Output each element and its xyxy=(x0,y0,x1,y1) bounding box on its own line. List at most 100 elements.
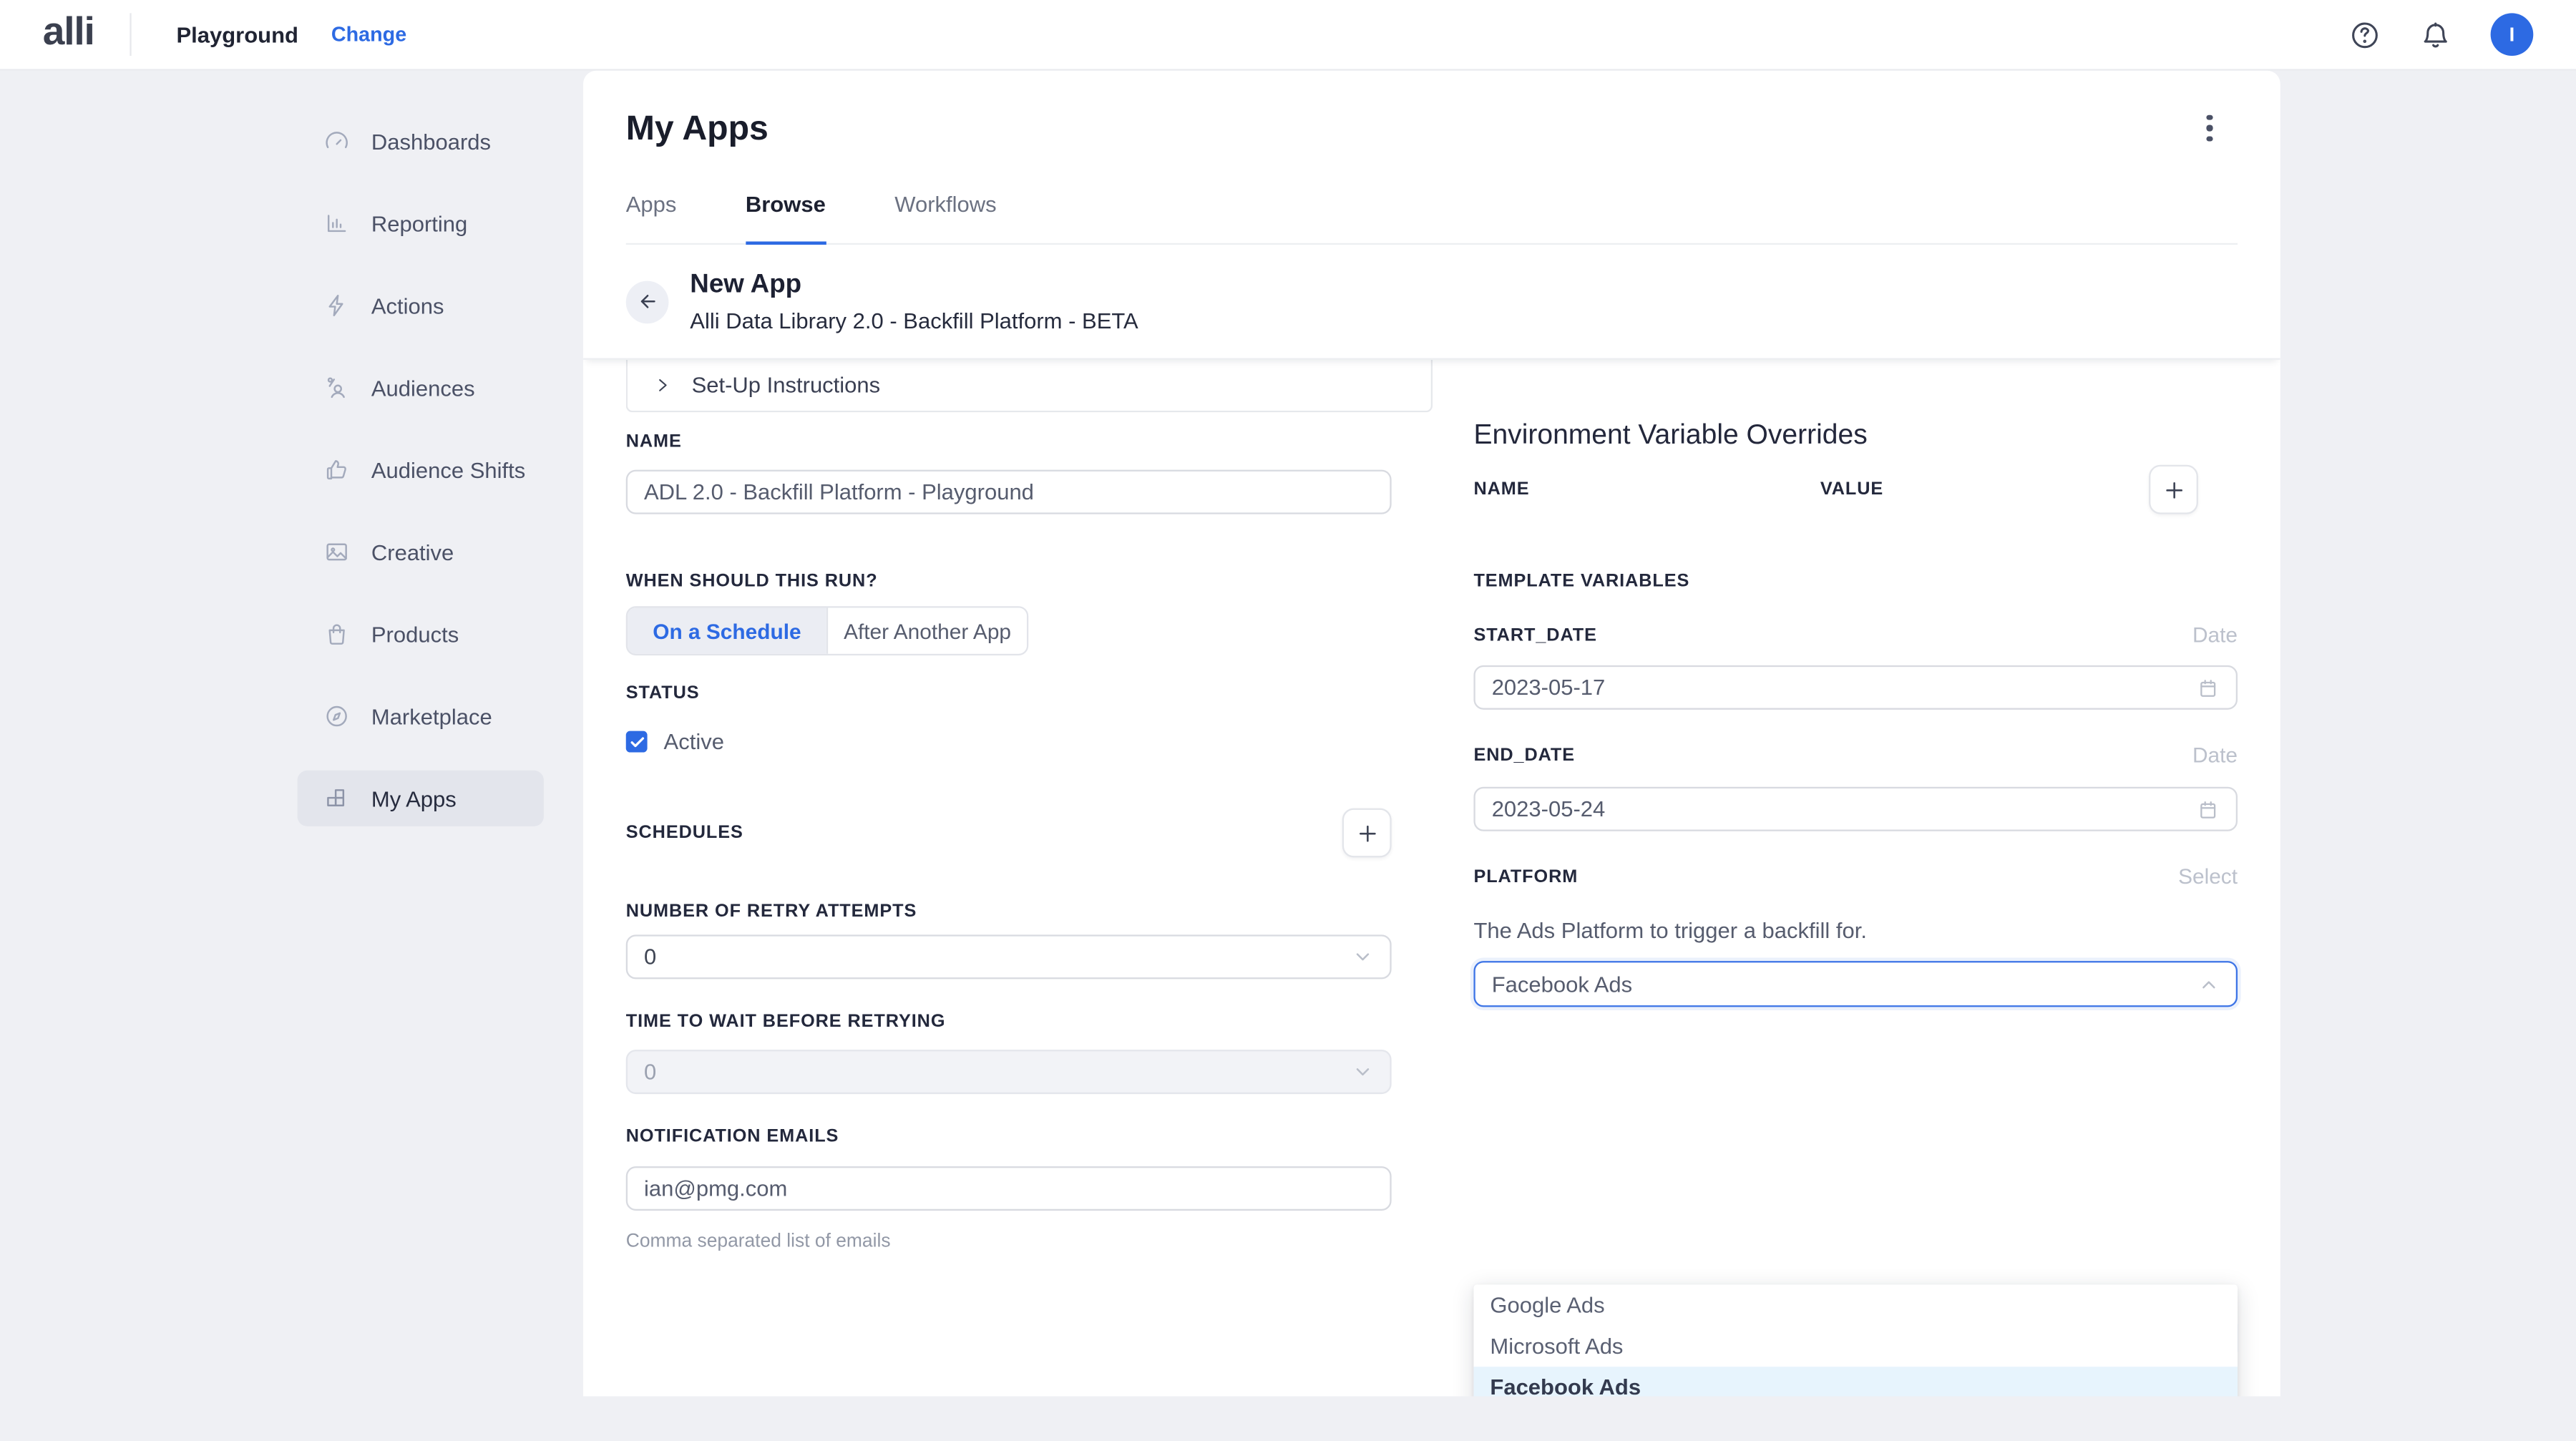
help-icon[interactable] xyxy=(2349,19,2381,50)
bar-chart-icon xyxy=(323,210,350,237)
app-header: New App Alli Data Library 2.0 - Backfill… xyxy=(583,245,2280,360)
platform-dropdown: Google Ads Microsoft Ads Facebook Ads Tw… xyxy=(1473,1284,2238,1396)
sidebar-item-label: Creative xyxy=(371,539,454,564)
start-date-input[interactable] xyxy=(1492,675,2197,700)
platform-row: PLATFORM Select xyxy=(1473,864,2238,889)
platform-select-value: Facebook Ads xyxy=(1492,972,1632,996)
workspace-name: Playground xyxy=(176,22,298,47)
plus-icon xyxy=(2161,477,2185,502)
card-head: My Apps Apps Browse Workflows xyxy=(583,71,2280,245)
sidebar-item-actions[interactable]: Actions xyxy=(298,278,544,333)
main-card: My Apps Apps Browse Workflows New App Al… xyxy=(583,71,2280,1397)
retry-wait-value: 0 xyxy=(644,1060,656,1084)
chevron-down-icon xyxy=(1352,1061,1374,1083)
new-app-title: New App xyxy=(690,270,1138,303)
end-date-field xyxy=(1473,787,2238,831)
platform-option-google-ads[interactable]: Google Ads xyxy=(1473,1284,2238,1325)
run-mode-segmented-control: On a Schedule After Another App xyxy=(626,606,1029,655)
setup-instructions-toggle[interactable]: Set-Up Instructions xyxy=(626,360,1433,412)
sidebar-item-audience-shifts[interactable]: Audience Shifts xyxy=(298,442,544,498)
topbar-actions: I xyxy=(2349,13,2533,56)
app-name-input[interactable] xyxy=(626,470,1392,514)
platform-select[interactable]: Facebook Ads xyxy=(1473,961,2238,1007)
app-root: alli Playground Change I Dashboards Repo… xyxy=(0,0,2576,1441)
platform-type-hint: Select xyxy=(2178,864,2238,889)
sidebar-item-label: Reporting xyxy=(371,211,467,235)
chevron-up-icon xyxy=(2198,973,2220,995)
sidebar-item-products[interactable]: Products xyxy=(298,606,544,662)
sidebar-item-dashboards[interactable]: Dashboards xyxy=(298,113,544,169)
env-name-column-label: NAME xyxy=(1473,479,1820,499)
end-date-type-hint: Date xyxy=(2192,743,2238,767)
end-date-row: END_DATE Date xyxy=(1473,743,2238,767)
form-content: Set-Up Instructions NAME WHEN SHOULD THI… xyxy=(583,360,2280,1252)
chevron-right-icon xyxy=(654,376,672,394)
platform-option-microsoft-ads[interactable]: Microsoft Ads xyxy=(1473,1326,2238,1367)
name-label: NAME xyxy=(626,432,1433,452)
sidebar: Dashboards Reporting Actions Audiences A… xyxy=(0,71,583,1441)
sidebar-item-marketplace[interactable]: Marketplace xyxy=(298,688,544,744)
chevron-down-icon xyxy=(1352,946,1374,967)
alli-logo[interactable]: alli xyxy=(43,12,94,52)
sidebar-item-my-apps[interactable]: My Apps xyxy=(298,771,544,826)
status-label: STATUS xyxy=(626,683,1433,703)
retry-wait-select[interactable]: 0 xyxy=(626,1050,1392,1094)
start-date-row: START_DATE Date xyxy=(1473,622,2238,647)
sidebar-item-label: My Apps xyxy=(371,786,457,811)
add-schedule-button[interactable] xyxy=(1342,809,1392,858)
when-to-run-label: WHEN SHOULD THIS RUN? xyxy=(626,572,1433,592)
thumbs-up-icon xyxy=(323,456,350,483)
calendar-icon[interactable] xyxy=(2197,798,2220,821)
plus-icon xyxy=(1355,821,1379,845)
sidebar-item-label: Products xyxy=(371,622,459,646)
calendar-icon[interactable] xyxy=(2197,676,2220,699)
env-overrides-title: Environment Variable Overrides xyxy=(1473,419,2238,451)
notifications-bell-icon[interactable] xyxy=(2420,19,2451,50)
retry-wait-label: TIME TO WAIT BEFORE RETRYING xyxy=(626,1012,1433,1032)
add-env-variable-button[interactable] xyxy=(2149,465,2198,514)
notification-emails-input[interactable] xyxy=(626,1166,1392,1211)
setup-instructions-label: Set-Up Instructions xyxy=(692,373,881,397)
compass-icon xyxy=(323,703,350,730)
right-column: Environment Variable Overrides NAME VALU… xyxy=(1473,360,2238,1252)
user-avatar[interactable]: I xyxy=(2491,13,2534,56)
sidebar-item-audiences[interactable]: Audiences xyxy=(298,360,544,416)
back-button[interactable] xyxy=(626,280,669,323)
gauge-icon xyxy=(323,128,350,155)
arrow-left-icon xyxy=(637,290,658,312)
kebab-menu-icon[interactable] xyxy=(2192,110,2228,147)
sidebar-item-label: Audiences xyxy=(371,376,475,400)
shopping-bag-icon xyxy=(323,621,350,648)
tab-browse[interactable]: Browse xyxy=(746,192,826,243)
lightning-icon xyxy=(323,293,350,319)
page-title: My Apps xyxy=(626,110,769,150)
status-checkbox-row: Active xyxy=(626,729,1433,753)
tabs: Apps Browse Workflows xyxy=(626,192,2238,245)
sidebar-item-label: Audience Shifts xyxy=(371,457,525,482)
active-checkbox[interactable] xyxy=(626,731,648,753)
blocks-icon xyxy=(323,785,350,811)
start-date-field xyxy=(1473,665,2238,710)
sidebar-item-reporting[interactable]: Reporting xyxy=(298,195,544,251)
start-date-label: START_DATE xyxy=(1473,625,1596,645)
change-workspace-link[interactable]: Change xyxy=(331,23,406,46)
end-date-input[interactable] xyxy=(1492,797,2197,821)
users-icon xyxy=(323,374,350,401)
platform-label: PLATFORM xyxy=(1473,866,1578,886)
platform-option-facebook-ads[interactable]: Facebook Ads xyxy=(1473,1367,2238,1396)
run-mode-after-another-app[interactable]: After Another App xyxy=(826,607,1027,653)
sidebar-item-creative[interactable]: Creative xyxy=(298,524,544,580)
sidebar-item-label: Marketplace xyxy=(371,704,492,728)
retry-attempts-label: NUMBER OF RETRY ATTEMPTS xyxy=(626,902,1433,922)
template-variables-label: TEMPLATE VARIABLES xyxy=(1473,572,2238,592)
run-mode-on-a-schedule[interactable]: On a Schedule xyxy=(628,607,826,653)
tab-workflows[interactable]: Workflows xyxy=(894,192,996,243)
env-value-column-label: VALUE xyxy=(1820,479,1883,499)
retry-attempts-select[interactable]: 0 xyxy=(626,934,1392,979)
tab-apps[interactable]: Apps xyxy=(626,192,677,243)
active-checkbox-label: Active xyxy=(664,729,724,753)
schedules-row: SCHEDULES xyxy=(626,809,1392,858)
sidebar-item-label: Dashboards xyxy=(371,129,491,153)
retry-attempts-value: 0 xyxy=(644,944,656,969)
left-column: Set-Up Instructions NAME WHEN SHOULD THI… xyxy=(626,360,1433,1252)
